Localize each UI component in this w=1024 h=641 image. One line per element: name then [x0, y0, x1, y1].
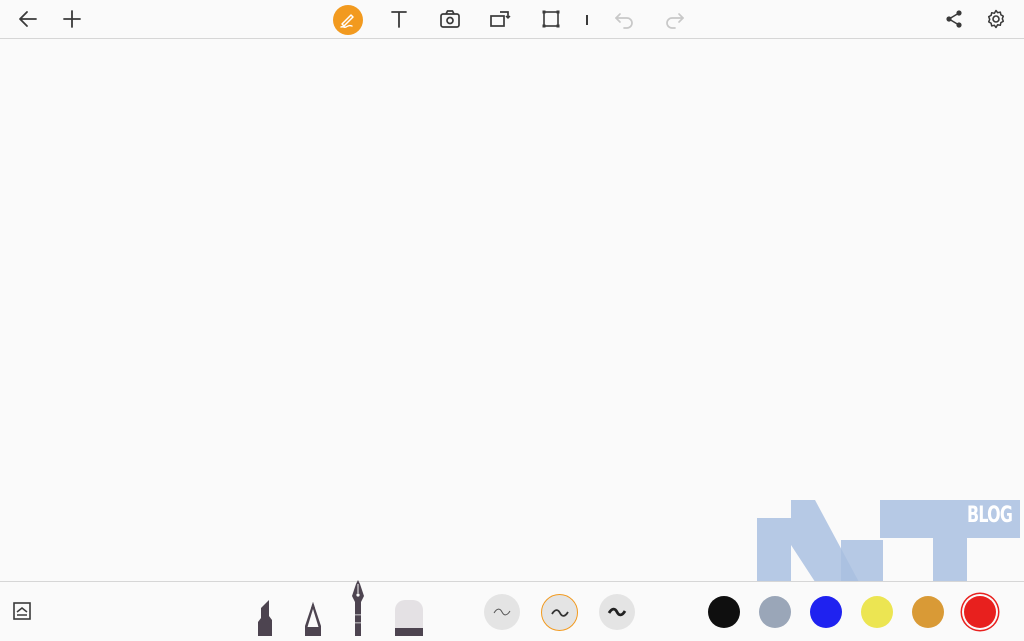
- pencil-icon[interactable]: [301, 596, 325, 641]
- marker-icon[interactable]: [253, 596, 277, 641]
- rotate-icon[interactable]: [486, 5, 514, 33]
- top-toolbar: [0, 0, 1024, 39]
- color-swatch-orange[interactable]: [912, 596, 944, 628]
- pen-draw-button[interactable]: [333, 5, 363, 35]
- crop-icon[interactable]: [537, 5, 565, 33]
- redo-icon[interactable]: [661, 5, 689, 33]
- stroke-thick-icon: [607, 607, 627, 617]
- stroke-thin-button[interactable]: [484, 594, 520, 630]
- stroke-thin-icon: [493, 608, 511, 616]
- undo-icon[interactable]: [610, 5, 638, 33]
- bottom-toolbar: [0, 580, 1024, 641]
- layers-icon[interactable]: [12, 601, 32, 626]
- pen-draw-icon: [340, 14, 354, 28]
- color-swatch-black[interactable]: [708, 596, 740, 628]
- share-icon[interactable]: [940, 5, 968, 33]
- stroke-thick-button[interactable]: [599, 594, 635, 630]
- camera-icon[interactable]: [436, 5, 464, 33]
- stroke-medium-button[interactable]: [541, 594, 578, 631]
- settings-gear-icon[interactable]: [982, 5, 1010, 33]
- watermark-text: BLOG: [967, 503, 1013, 528]
- fountain-pen-icon[interactable]: [346, 580, 370, 641]
- color-swatch-gray[interactable]: [759, 596, 791, 628]
- plus-icon[interactable]: [58, 5, 86, 33]
- toolbar-divider: [586, 15, 588, 25]
- stroke-medium-icon: [550, 608, 569, 617]
- back-arrow-icon[interactable]: [14, 5, 42, 33]
- eraser-icon[interactable]: [393, 598, 425, 641]
- text-icon[interactable]: [385, 5, 413, 33]
- color-swatch-red[interactable]: [964, 596, 996, 628]
- color-swatch-yellow[interactable]: [861, 596, 893, 628]
- color-swatch-blue[interactable]: [810, 596, 842, 628]
